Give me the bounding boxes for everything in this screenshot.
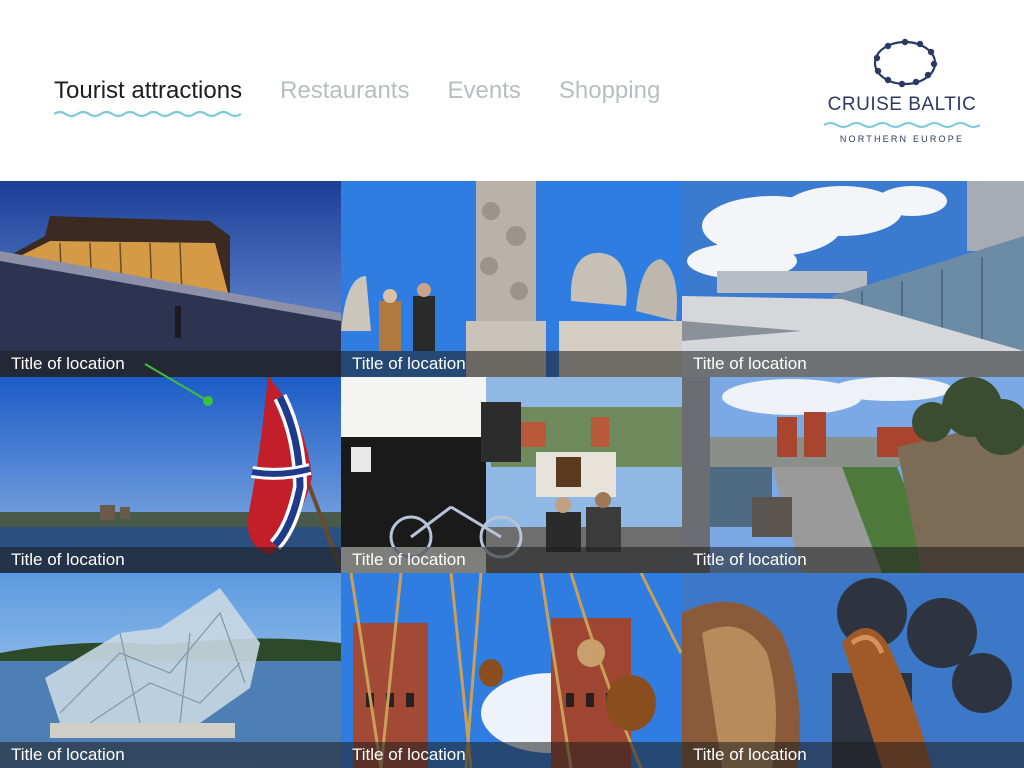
cruise-baltic-logo: CRUISE BALTIC NORTHERN EUROPE — [822, 36, 982, 150]
tile-title: Title of location — [693, 550, 807, 569]
location-photo — [682, 377, 1024, 573]
tab-tourist-attractions[interactable]: Tourist attractions — [54, 76, 243, 118]
tile-title: Title of location — [11, 354, 125, 373]
logo-wave-icon — [824, 122, 980, 128]
location-tile[interactable]: Title of location — [0, 377, 341, 573]
location-tile[interactable]: Title of location — [0, 181, 341, 377]
active-tab-wave-indicator — [54, 110, 242, 118]
location-photo — [0, 573, 341, 768]
location-photo — [341, 181, 682, 377]
tile-title: Title of location — [352, 354, 466, 373]
location-tile[interactable]: Title of location — [341, 573, 682, 768]
tile-title: Title of location — [352, 550, 466, 569]
location-tile[interactable]: Title of location — [341, 181, 682, 377]
logo-title: CRUISE BALTIC — [827, 94, 977, 115]
location-tile[interactable]: Title of location — [682, 181, 1024, 377]
tab-label: Events — [447, 77, 521, 104]
location-tile[interactable]: Title of location — [682, 377, 1024, 573]
logo-subtitle: NORTHERN EUROPE — [839, 134, 965, 144]
location-photo — [682, 573, 1024, 768]
tab-events[interactable]: Events — [447, 76, 520, 106]
location-tile[interactable]: Title of location — [682, 573, 1024, 768]
tab-label: Shopping — [558, 77, 661, 104]
location-tile[interactable]: Title of location — [341, 377, 682, 573]
logo-bead-ring-icon — [873, 38, 938, 88]
tile-title: Title of location — [11, 745, 125, 764]
tab-label: Tourist attractions — [54, 77, 243, 104]
tab-shopping[interactable]: Shopping — [559, 76, 660, 106]
location-photo — [0, 181, 341, 377]
location-photo — [682, 181, 1024, 377]
header: Tourist attractions Restaurants Events S… — [0, 0, 1024, 181]
tile-title: Title of location — [693, 354, 807, 373]
category-tabs: Tourist attractions Restaurants Events S… — [54, 76, 698, 118]
tile-title: Title of location — [693, 745, 807, 764]
location-tile[interactable]: Title of location — [0, 573, 341, 768]
location-photo — [341, 573, 682, 768]
location-grid: Title of location Title of location Titl… — [0, 181, 1024, 768]
tile-title: Title of location — [352, 745, 466, 764]
tab-restaurants[interactable]: Restaurants — [280, 76, 409, 106]
tab-label: Restaurants — [280, 77, 410, 104]
tile-title: Title of location — [11, 550, 125, 569]
location-photo — [341, 377, 682, 573]
location-photo — [0, 377, 341, 573]
